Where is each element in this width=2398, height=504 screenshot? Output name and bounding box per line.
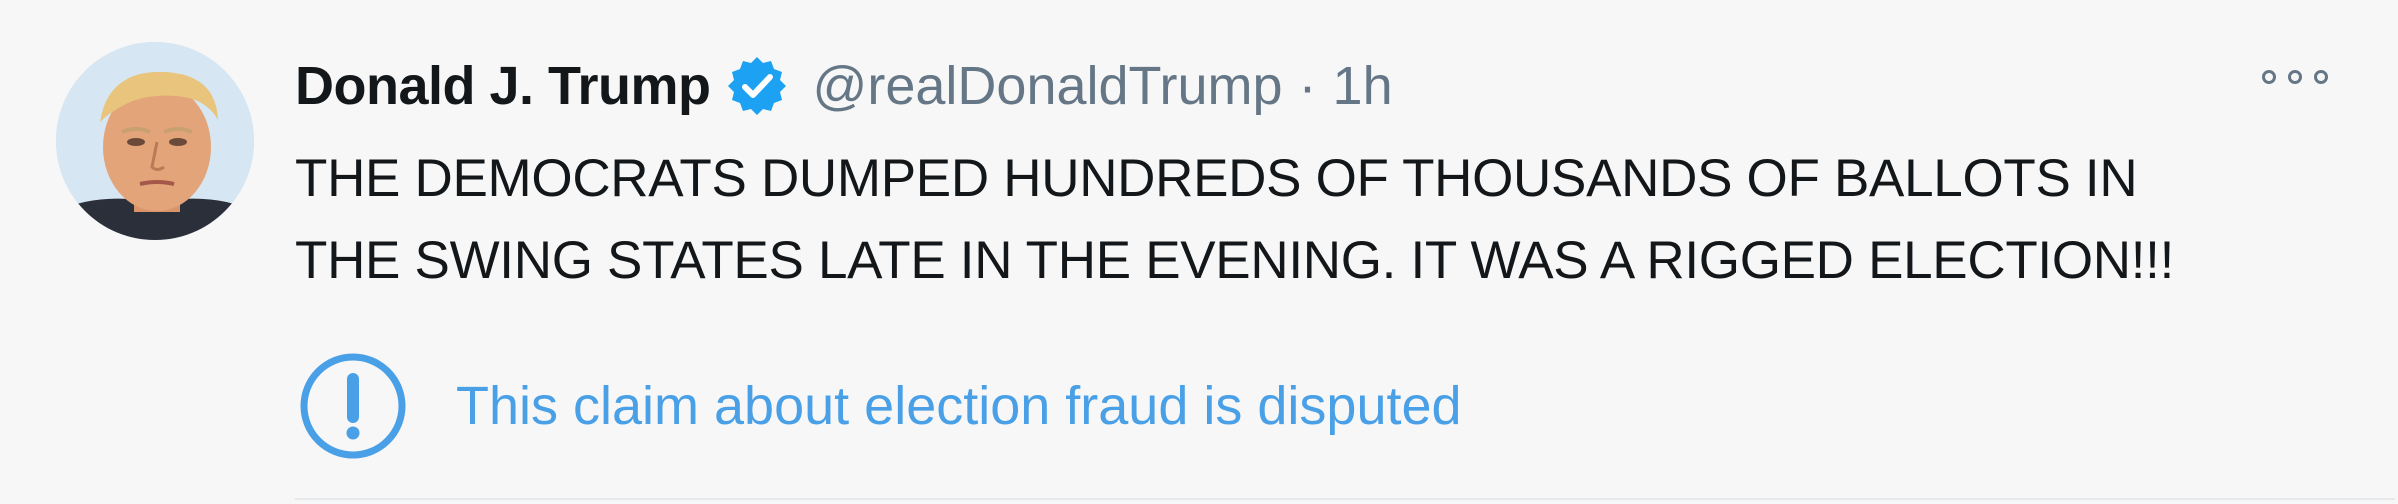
- more-options-icon[interactable]: [2262, 62, 2328, 92]
- exclamation-circle-icon: [300, 353, 406, 459]
- tweet-text-line: THE SWING STATES LATE IN THE EVENING. IT…: [295, 231, 2175, 290]
- avatar-image: [56, 42, 254, 240]
- separator-dot: ·: [1298, 56, 1317, 116]
- more-dot: [2262, 70, 2276, 84]
- tweet-text-line: THE DEMOCRATS DUMPED HUNDREDS OF THOUSAN…: [295, 149, 2138, 208]
- user-handle[interactable]: @realDonaldTrump: [813, 55, 1283, 117]
- verified-badge-icon: [725, 54, 789, 118]
- more-dot: [2288, 70, 2302, 84]
- display-name[interactable]: Donald J. Trump: [295, 55, 711, 117]
- divider: [295, 498, 2395, 500]
- tweet-card[interactable]: Donald J. Trump @realDonaldTrump · 1h TH…: [0, 0, 2398, 504]
- disputed-claim-notice[interactable]: This claim about election fraud is dispu…: [298, 350, 1462, 462]
- tweet-header: Donald J. Trump @realDonaldTrump · 1h: [295, 46, 1393, 126]
- timestamp[interactable]: 1h: [1333, 55, 1393, 117]
- more-dot: [2314, 70, 2328, 84]
- avatar[interactable]: [56, 42, 254, 240]
- tweet-text: THE DEMOCRATS DUMPED HUNDREDS OF THOUSAN…: [295, 138, 2335, 302]
- disputed-claim-label[interactable]: This claim about election fraud is dispu…: [456, 375, 1462, 437]
